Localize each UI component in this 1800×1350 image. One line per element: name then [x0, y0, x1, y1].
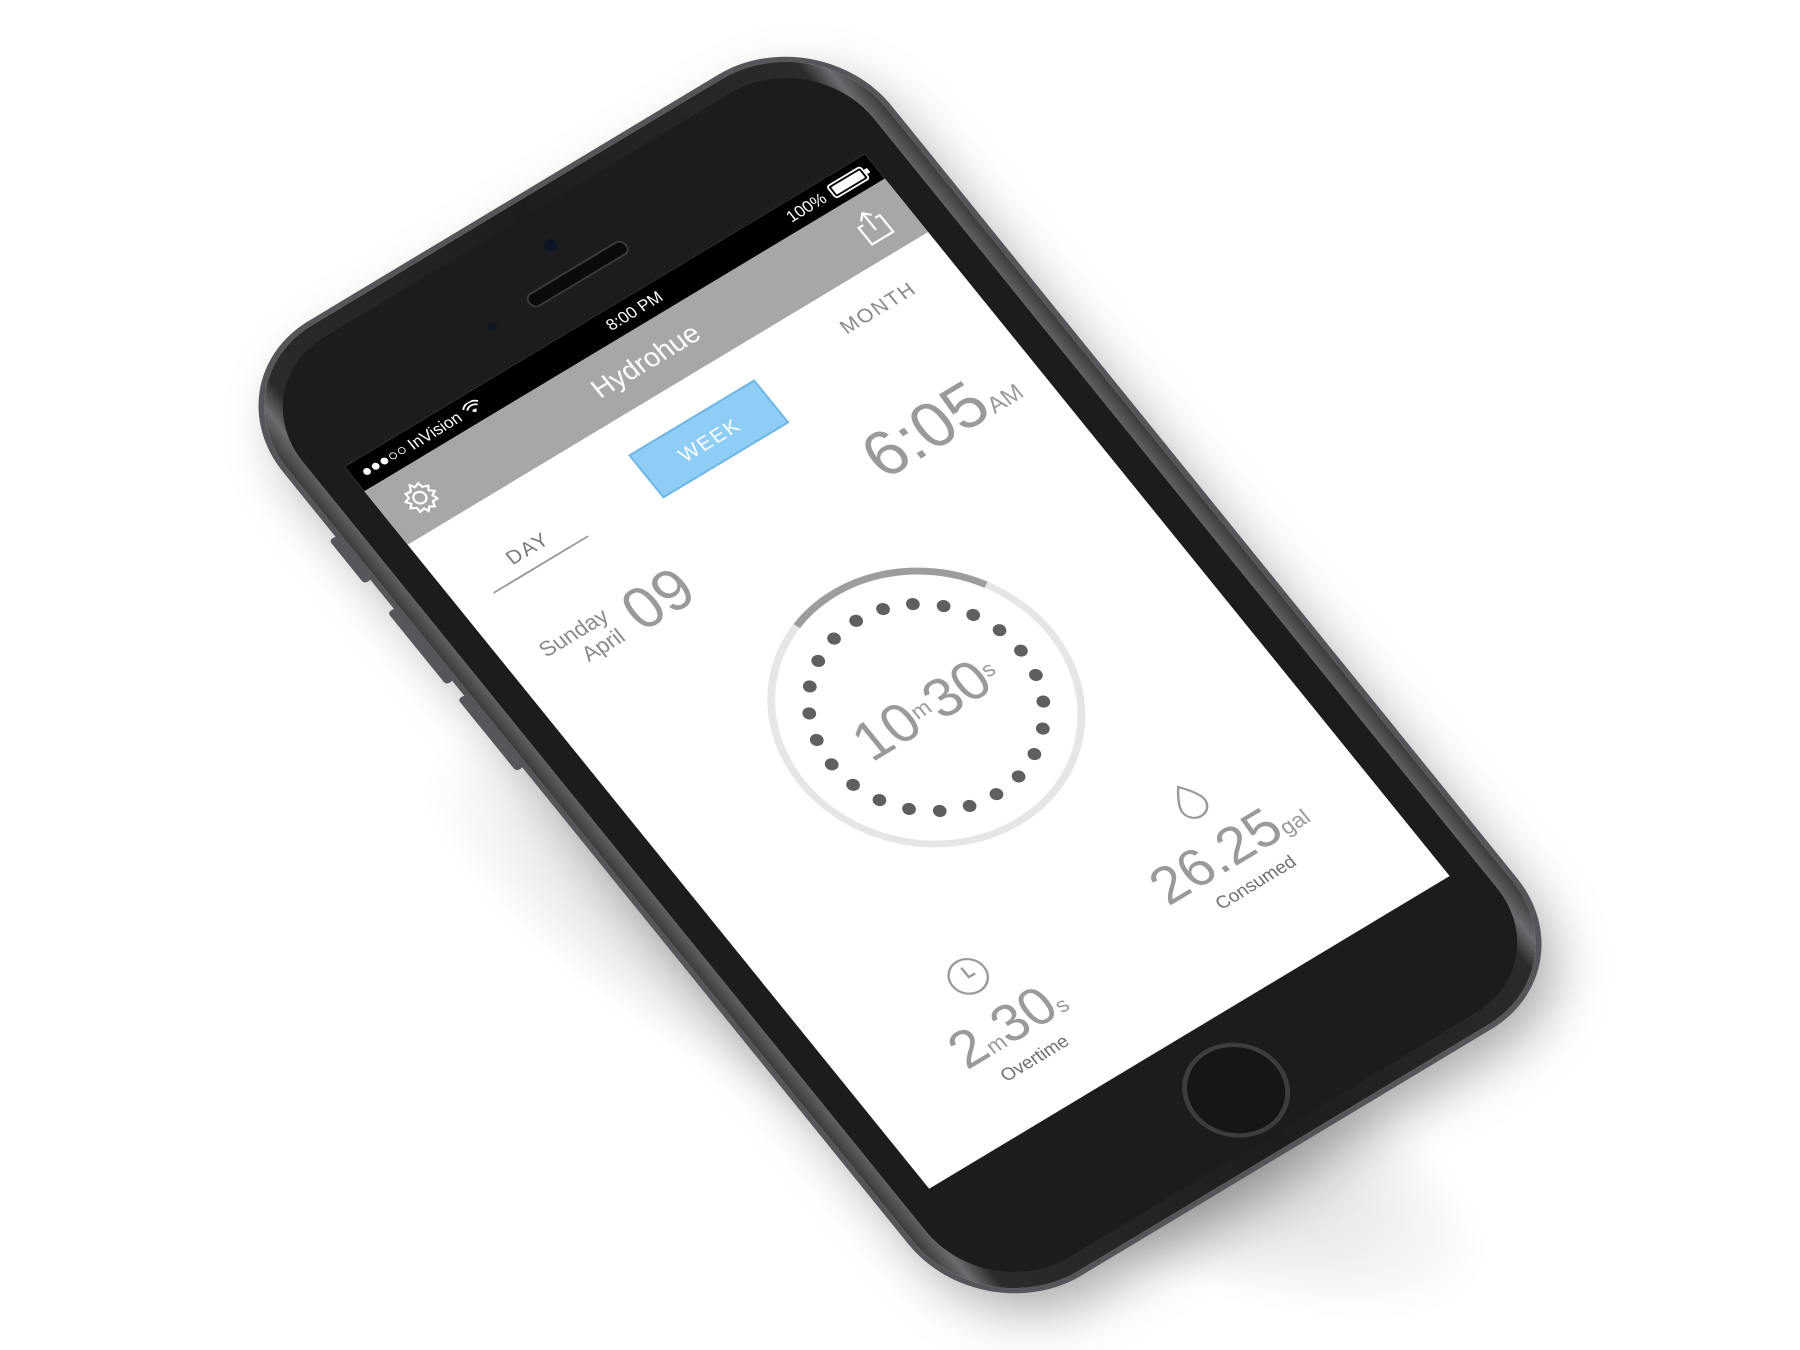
scene: InVision 8:00 PM 100% Hydrohue DAY WEEK … — [0, 0, 1800, 1350]
date-day: 09 — [607, 554, 709, 643]
tab-day[interactable]: DAY — [473, 510, 589, 594]
wifi-icon — [462, 399, 479, 413]
date-words: Sunday April — [534, 604, 631, 683]
tab-week[interactable]: WEEK — [628, 379, 790, 499]
battery-fill — [830, 170, 866, 195]
share-icon[interactable] — [841, 198, 904, 253]
gear-icon[interactable] — [388, 470, 451, 525]
